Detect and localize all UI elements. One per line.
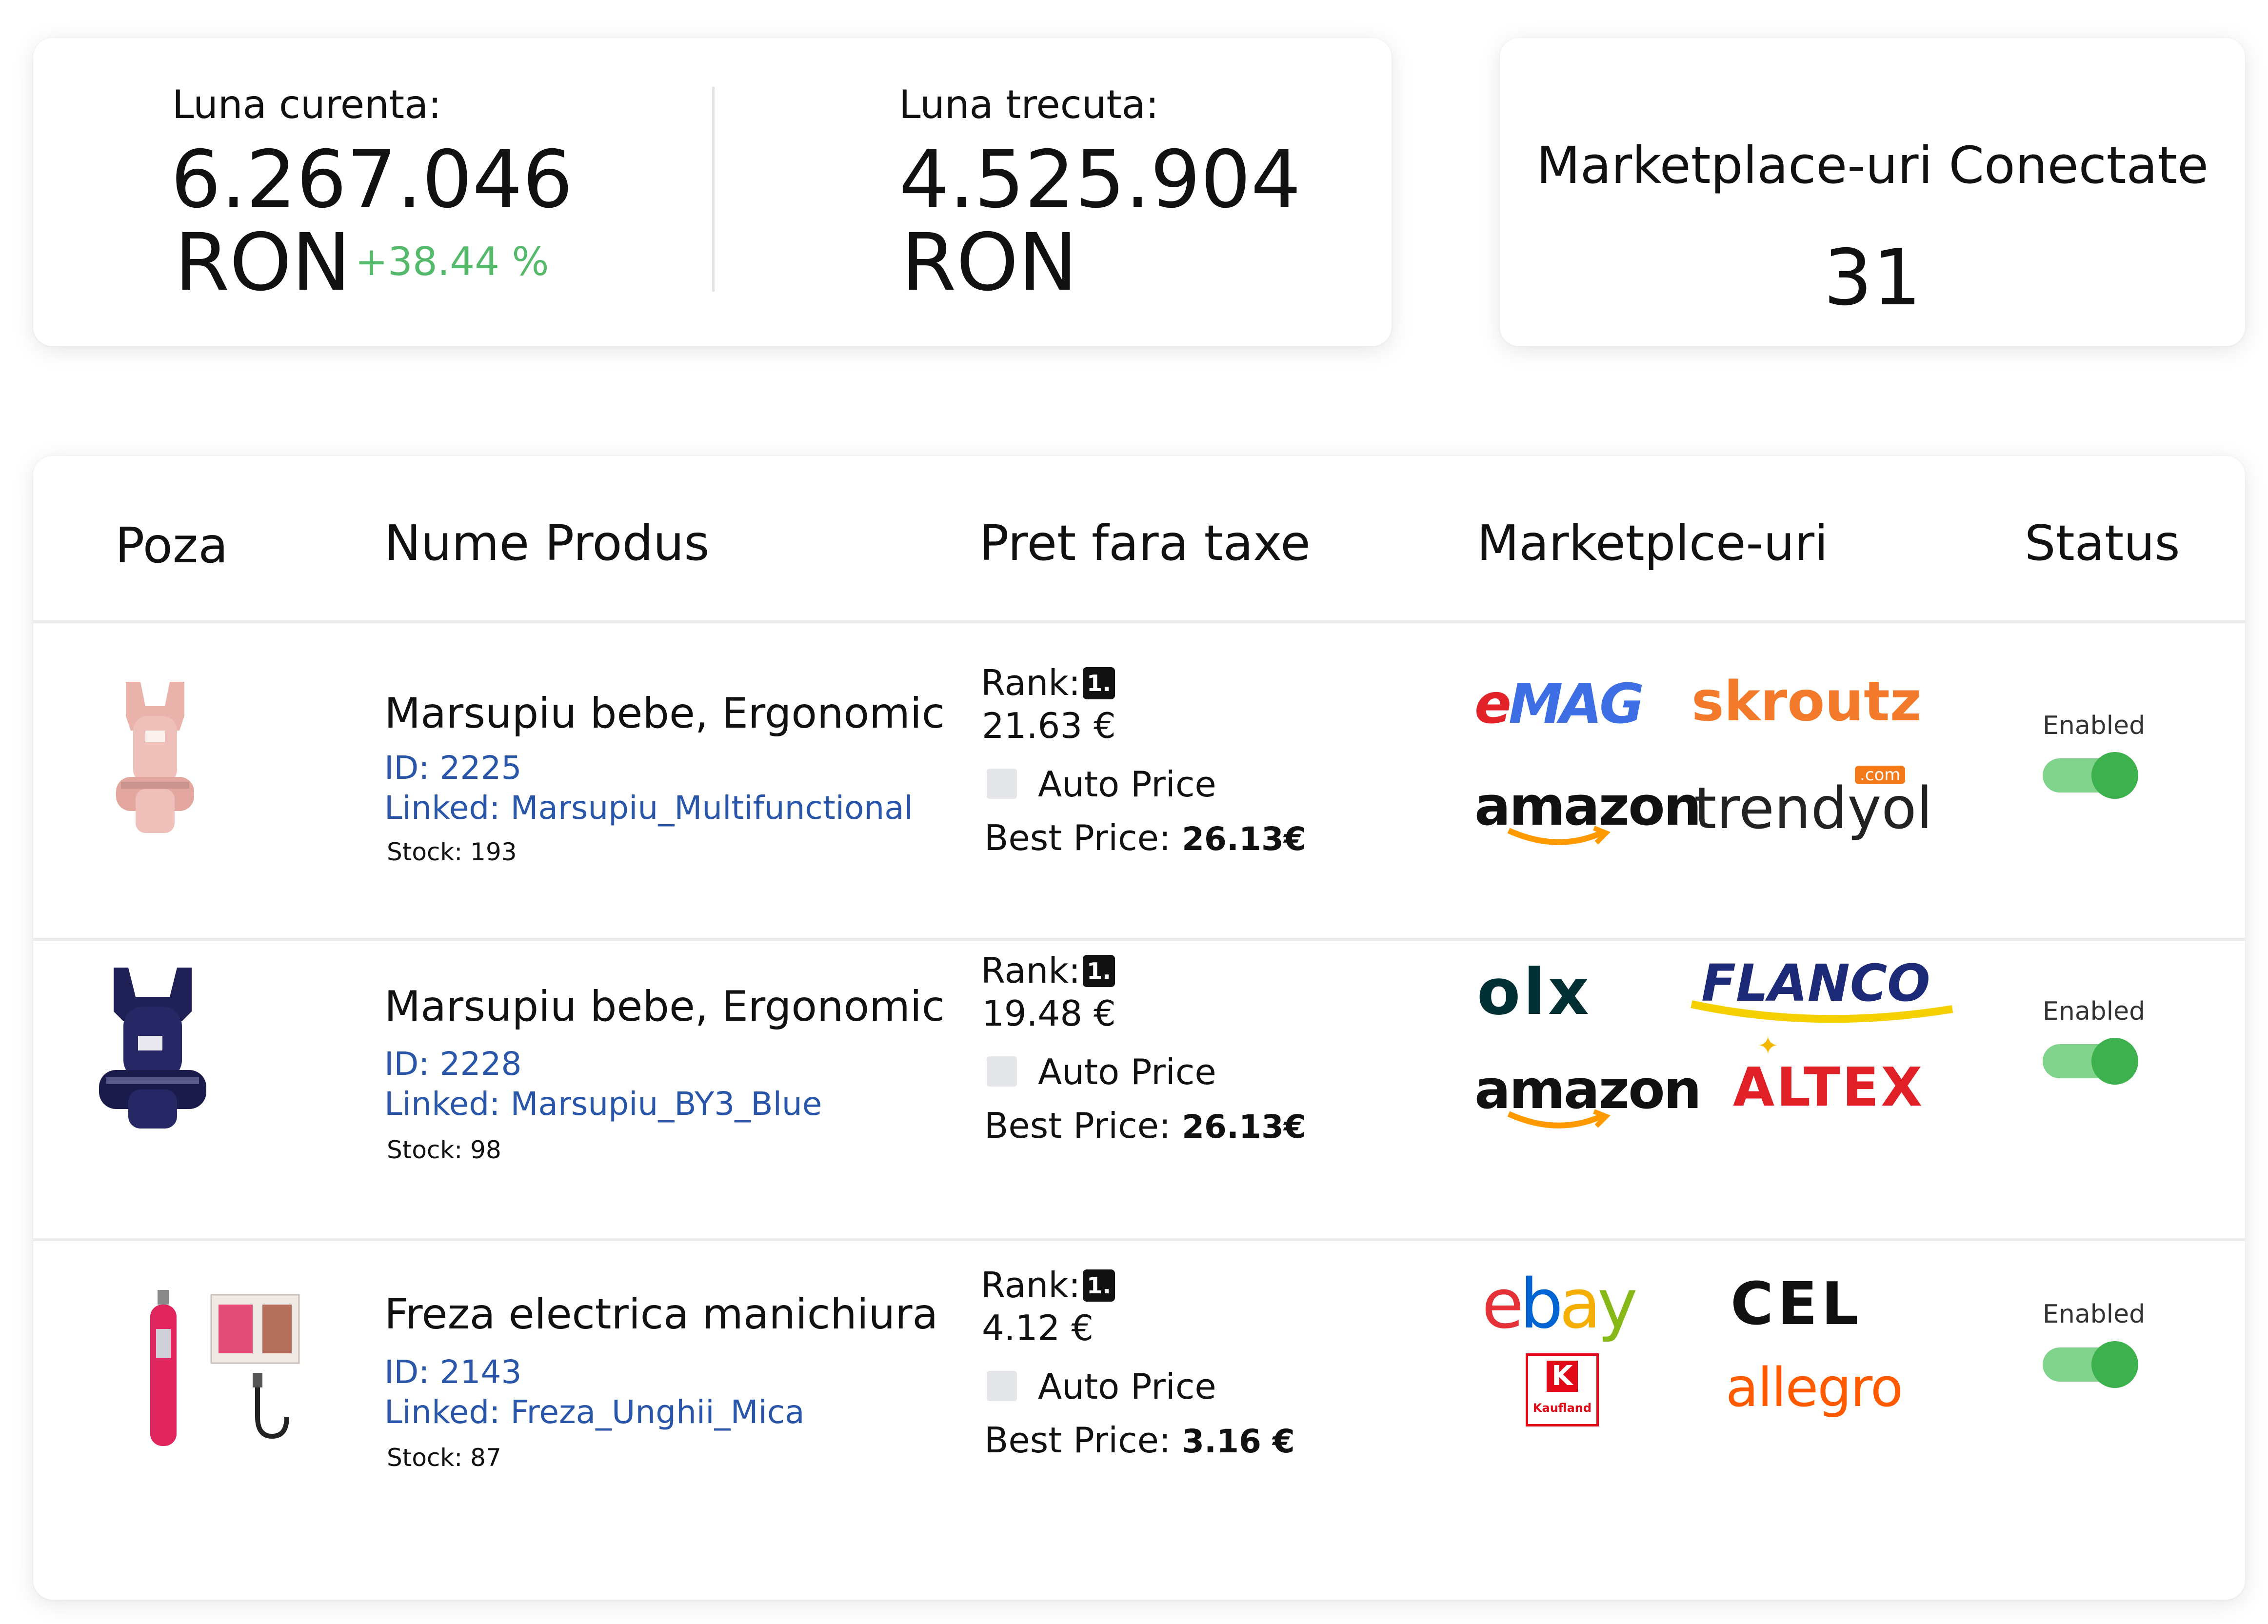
product-linked-link[interactable]: Linked: Freza_Unghii_Mica bbox=[384, 1393, 805, 1431]
emag-logo: eMAG bbox=[1474, 673, 1644, 736]
product-image bbox=[94, 963, 211, 1135]
previous-month-unit: RON bbox=[901, 217, 1078, 309]
product-id: ID: 2228 bbox=[384, 1045, 522, 1083]
auto-price-label[interactable]: Auto Price bbox=[1038, 1366, 1216, 1407]
best-price: Best Price: 26.13€ bbox=[984, 1105, 1306, 1146]
product-name[interactable]: Marsupiu bebe, Ergonomic bbox=[384, 689, 945, 738]
toggle-knob bbox=[2091, 752, 2138, 799]
auto-price-checkbox[interactable] bbox=[987, 769, 1017, 799]
month-change-percent: +38.44 % bbox=[355, 239, 549, 284]
products-table: Poza Nume Produs Pret fara taxe Marketpl… bbox=[33, 456, 2245, 1600]
kaufland-k-icon: K bbox=[1547, 1361, 1578, 1392]
table-row[interactable]: Marsupiu bebe, Ergonomic ID: 2225 Linked… bbox=[33, 623, 2245, 909]
star-icon: ✦ bbox=[1757, 1031, 1781, 1061]
auto-price-checkbox[interactable] bbox=[987, 1371, 1017, 1401]
column-header-price: Pret fara taxe bbox=[979, 515, 1311, 572]
toggle-knob bbox=[2091, 1341, 2138, 1388]
best-price: Best Price: 26.13€ bbox=[984, 817, 1306, 858]
best-price: Best Price: 3.16 € bbox=[984, 1420, 1295, 1461]
previous-month-label: Luna trecuta: bbox=[899, 82, 1159, 127]
skroutz-logo: skroutz bbox=[1691, 670, 1922, 733]
status-label: Enabled bbox=[2043, 1300, 2146, 1329]
product-name[interactable]: Marsupiu bebe, Ergonomic bbox=[384, 982, 945, 1031]
auto-price-label[interactable]: Auto Price bbox=[1038, 1051, 1216, 1092]
flanco-logo: FLANCO bbox=[1691, 958, 1953, 1023]
product-price: 21.63 € bbox=[982, 705, 1116, 746]
product-price: 4.12 € bbox=[982, 1307, 1094, 1348]
status-label: Enabled bbox=[2043, 997, 2146, 1026]
toggle-knob bbox=[2091, 1038, 2138, 1085]
rank-label: Rank: bbox=[981, 662, 1081, 703]
product-stock: Stock: 87 bbox=[387, 1444, 501, 1472]
column-header-image: Poza bbox=[115, 517, 228, 574]
previous-month-value: 4.525.904 bbox=[899, 134, 1301, 226]
allegro-logo: allegro bbox=[1726, 1356, 1903, 1419]
product-linked-link[interactable]: Linked: Marsupiu_Multifunctional bbox=[384, 789, 913, 827]
rank-badge: 1. bbox=[1083, 667, 1115, 699]
product-linked-link[interactable]: Linked: Marsupiu_BY3_Blue bbox=[384, 1085, 822, 1123]
rank-badge: 1. bbox=[1083, 1269, 1115, 1302]
auto-price-label[interactable]: Auto Price bbox=[1038, 764, 1216, 805]
current-month-unit: RON bbox=[175, 217, 351, 309]
ebay-logo: ebayebay bbox=[1482, 1265, 1638, 1344]
connected-marketplaces-count: 31 bbox=[1823, 233, 1922, 323]
column-header-product-name: Nume Produs bbox=[384, 515, 710, 572]
amazon-logo: amazon bbox=[1474, 779, 1702, 845]
status-toggle[interactable] bbox=[2043, 1038, 2138, 1085]
status-toggle[interactable] bbox=[2043, 752, 2138, 799]
status-toggle[interactable] bbox=[2043, 1341, 2138, 1388]
current-month-label: Luna curenta: bbox=[172, 82, 442, 127]
rank-badge: 1. bbox=[1083, 955, 1115, 987]
monthly-sales-card: Luna curenta: 6.267.046 RON +38.44 % Lun… bbox=[33, 38, 1392, 346]
rank-label: Rank: bbox=[981, 1265, 1081, 1306]
connected-marketplaces-card: Marketplace-uri Conectate 31 bbox=[1500, 38, 2245, 346]
product-id: ID: 2225 bbox=[384, 749, 522, 787]
table-row[interactable]: Marsupiu bebe, Ergonomic ID: 2228 Linked… bbox=[33, 941, 2245, 1238]
amazon-logo: amazon bbox=[1474, 1063, 1702, 1129]
product-image bbox=[145, 1290, 311, 1458]
product-name[interactable]: Freza electrica manichiura bbox=[384, 1290, 938, 1339]
altex-logo: ALTEX ✦ bbox=[1733, 1031, 1925, 1118]
kaufland-logo: K Kaufland bbox=[1526, 1353, 1599, 1426]
cel-logo: CEL bbox=[1731, 1270, 1863, 1338]
product-stock: Stock: 193 bbox=[387, 838, 517, 866]
product-image bbox=[106, 677, 204, 845]
connected-marketplaces-title: Marketplace-uri Conectate bbox=[1536, 136, 2209, 195]
current-month-value: 6.267.046 bbox=[171, 134, 573, 226]
product-id: ID: 2143 bbox=[384, 1353, 522, 1391]
product-stock: Stock: 98 bbox=[387, 1136, 501, 1164]
trendyol-logo: trendyol .com bbox=[1694, 765, 1933, 842]
product-price: 19.48 € bbox=[982, 993, 1116, 1034]
auto-price-checkbox[interactable] bbox=[987, 1056, 1017, 1087]
table-row[interactable]: Freza electrica manichiura ID: 2143 Link… bbox=[33, 1241, 2245, 1583]
column-header-marketplaces: Marketplce-uri bbox=[1477, 515, 1828, 572]
stats-divider bbox=[712, 87, 715, 292]
status-label: Enabled bbox=[2043, 711, 2146, 740]
rank-label: Rank: bbox=[981, 950, 1081, 991]
olx-logo: olx bbox=[1477, 955, 1592, 1029]
column-header-status: Status bbox=[2025, 515, 2180, 572]
